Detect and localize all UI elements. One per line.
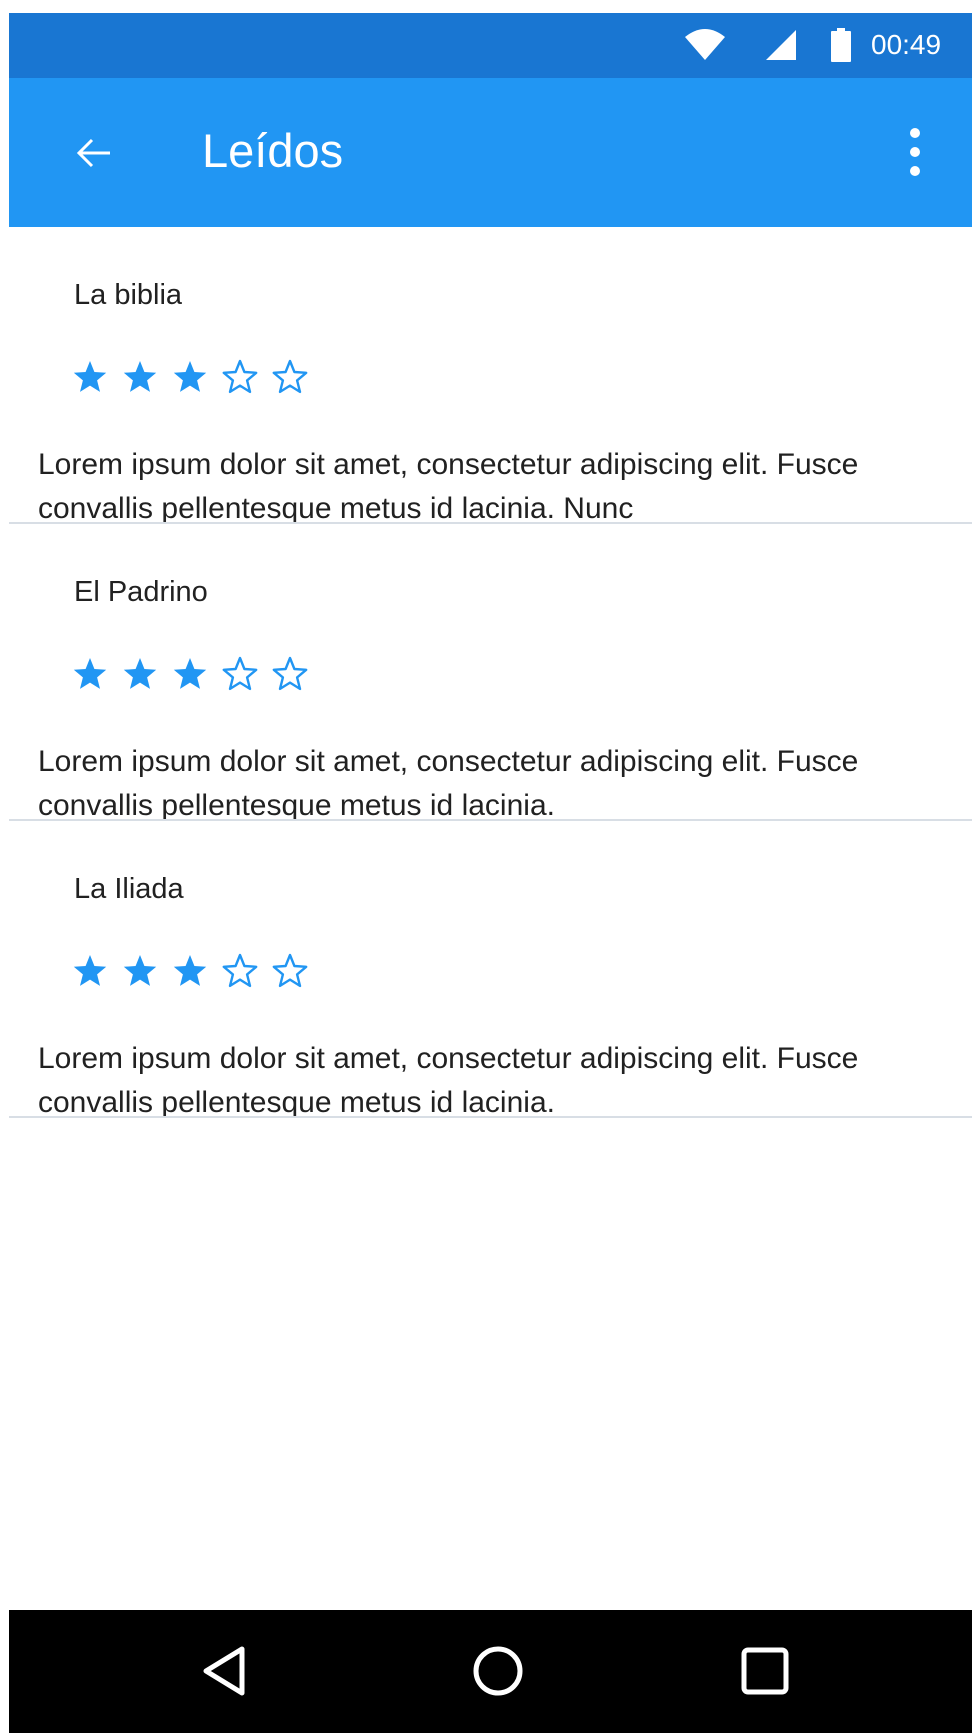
list-item[interactable]: El Padrino Lorem ipsum dolor sit amet, c… <box>9 524 972 822</box>
star-outline-icon[interactable] <box>270 952 320 992</box>
more-vert-icon <box>910 128 920 176</box>
overflow-menu-button[interactable] <box>890 118 940 188</box>
nav-home-button[interactable] <box>468 1641 528 1701</box>
phone-screen: 00:49 Leídos La biblia Lorem ipsum dolor… <box>9 13 972 1733</box>
nav-recents-square-icon <box>741 1647 789 1695</box>
rating-stars[interactable] <box>70 358 320 398</box>
book-title: La Iliada <box>74 873 184 905</box>
nav-recents-button[interactable] <box>735 1641 795 1701</box>
book-description: Lorem ipsum dolor sit amet, consectetur … <box>38 1042 859 1119</box>
star-outline-icon[interactable] <box>270 655 320 695</box>
star-outline-icon[interactable] <box>220 952 270 992</box>
book-description: Lorem ipsum dolor sit amet, consectetur … <box>38 745 859 822</box>
star-outline-icon[interactable] <box>270 358 320 398</box>
star-filled-icon[interactable] <box>70 655 120 695</box>
battery-icon <box>831 28 851 62</box>
rating-stars[interactable] <box>70 952 320 992</box>
star-filled-icon[interactable] <box>70 952 120 992</box>
book-title: El Padrino <box>74 576 208 608</box>
star-filled-icon[interactable] <box>120 952 170 992</box>
status-bar: 00:49 <box>9 13 972 78</box>
star-filled-icon[interactable] <box>120 358 170 398</box>
rating-stars[interactable] <box>70 655 320 695</box>
cell-signal-icon <box>766 30 796 60</box>
list-item[interactable]: La Iliada Lorem ipsum dolor sit amet, co… <box>9 821 972 1119</box>
book-title: La biblia <box>74 279 183 311</box>
star-filled-icon[interactable] <box>70 358 120 398</box>
app-bar: Leídos <box>9 78 972 227</box>
star-outline-icon[interactable] <box>220 655 270 695</box>
book-description: Lorem ipsum dolor sit amet, consectetur … <box>38 448 859 525</box>
nav-home-circle-icon <box>473 1646 523 1696</box>
nav-back-triangle-icon <box>203 1646 245 1696</box>
star-filled-icon[interactable] <box>170 358 220 398</box>
star-outline-icon[interactable] <box>220 358 270 398</box>
wifi-icon <box>685 29 725 60</box>
page-title: Leídos <box>202 124 344 177</box>
star-filled-icon[interactable] <box>170 952 220 992</box>
arrow-back-icon <box>76 138 110 168</box>
list-item[interactable]: La biblia Lorem ipsum dolor sit amet, co… <box>9 227 972 525</box>
star-filled-icon[interactable] <box>120 655 170 695</box>
back-button[interactable] <box>65 123 125 183</box>
star-filled-icon[interactable] <box>170 655 220 695</box>
divider <box>9 1116 972 1118</box>
navigation-bar <box>9 1610 972 1733</box>
book-list: La biblia Lorem ipsum dolor sit amet, co… <box>9 227 972 1119</box>
nav-back-button[interactable] <box>196 1641 256 1701</box>
status-time: 00:49 <box>871 29 942 60</box>
